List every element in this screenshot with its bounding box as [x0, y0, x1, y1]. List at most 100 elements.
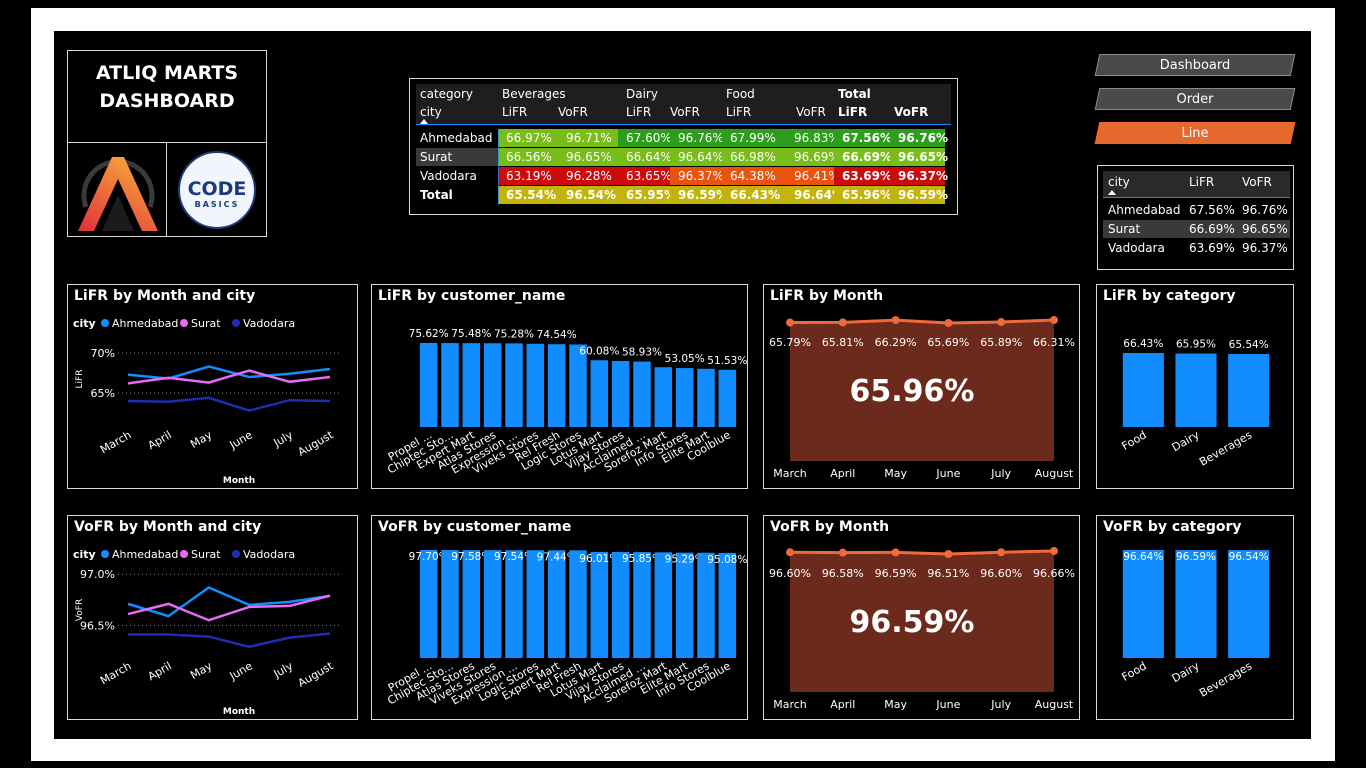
x-tick-label: August: [296, 428, 336, 459]
data-label: 75.28%: [494, 328, 534, 340]
bar[interactable]: [526, 550, 545, 658]
bar[interactable]: [483, 550, 502, 658]
bar[interactable]: [526, 343, 545, 427]
area-line[interactable]: [789, 318, 1055, 325]
data-label: 65.79%: [769, 336, 811, 349]
bar[interactable]: [718, 369, 737, 427]
data-point[interactable]: [997, 548, 1006, 557]
bar[interactable]: [547, 344, 566, 427]
data-point[interactable]: [786, 548, 794, 557]
y-tick-label: 96.5%: [80, 619, 115, 632]
bar[interactable]: [1228, 550, 1270, 658]
data-point[interactable]: [997, 318, 1006, 327]
data-point[interactable]: [944, 550, 953, 558]
matrix-row-header-category: category: [420, 87, 474, 101]
data-label: 58.93%: [622, 347, 662, 359]
matrix-sub-header: VoFR: [558, 105, 588, 119]
x-tick-label: June: [935, 467, 960, 480]
city-table-header[interactable]: LiFR: [1189, 173, 1214, 191]
matrix-cell: 96.64%: [786, 186, 844, 204]
data-point[interactable]: [1050, 316, 1058, 324]
bar[interactable]: [462, 343, 481, 427]
bar[interactable]: [462, 550, 481, 658]
legend-label: Ahmedabad: [112, 548, 178, 561]
series-line-ahmedabad[interactable]: [127, 586, 331, 618]
nav-line-button[interactable]: Line: [1094, 122, 1296, 144]
bar[interactable]: [633, 552, 651, 658]
city-table-header[interactable]: VoFR: [1242, 173, 1272, 191]
bar[interactable]: [611, 551, 630, 658]
matrix-cell: 67.99%: [722, 129, 786, 147]
matrix-row-city[interactable]: Vadodara: [420, 167, 477, 185]
data-label: 65.89%: [980, 336, 1022, 349]
legend-title: city: [73, 548, 96, 561]
bar[interactable]: [590, 360, 609, 427]
city-table-cell: 96.65%: [1242, 222, 1288, 236]
bar[interactable]: [718, 552, 737, 658]
x-tick-label: April: [146, 428, 174, 452]
bar[interactable]: [419, 343, 438, 427]
nav-order-button[interactable]: Order: [1094, 88, 1296, 110]
y-tick-label: 65%: [91, 387, 115, 400]
bar[interactable]: [547, 550, 566, 658]
matrix-cell: 96.37%: [670, 167, 724, 185]
bar[interactable]: [633, 361, 651, 427]
sort-asc-icon[interactable]: [1108, 190, 1116, 195]
data-point[interactable]: [838, 318, 847, 327]
data-point[interactable]: [891, 548, 900, 557]
data-point[interactable]: [944, 319, 953, 327]
bar[interactable]: [697, 552, 715, 658]
legend-marker-ahmedabad: [101, 319, 109, 327]
data-point[interactable]: [786, 318, 794, 327]
x-tick-label: April: [830, 467, 855, 480]
bar[interactable]: [1175, 353, 1217, 427]
matrix-row-city[interactable]: Total: [420, 186, 453, 204]
lifr-month-panel: LiFR by Month 65.79% March 65.81% April 66.2…: [763, 284, 1080, 489]
nav-dashboard-label: Dashboard: [1159, 57, 1231, 73]
data-point[interactable]: [891, 316, 900, 325]
matrix-sub-header: VoFR: [796, 105, 826, 119]
bar[interactable]: [611, 361, 630, 427]
bar[interactable]: [1175, 550, 1217, 658]
data-point[interactable]: [1050, 547, 1058, 555]
city-table-cell: 96.37%: [1242, 241, 1288, 255]
chart-svg: 65.79% March 65.81% April 66.29% May 65.69% Jun…: [769, 316, 1075, 480]
page-title: ATLIQ MARTS DASHBOARD: [68, 59, 266, 115]
bar[interactable]: [675, 368, 694, 427]
atliq-logo-icon: [78, 157, 158, 231]
data-label: 96.54%: [1229, 551, 1269, 563]
data-label: 95.08%: [707, 554, 747, 566]
x-tick-label: March: [773, 467, 807, 480]
bar[interactable]: [505, 343, 523, 427]
matrix-cell: 96.28%: [558, 167, 618, 185]
bar[interactable]: [1228, 353, 1270, 427]
x-tick-label: April: [146, 659, 174, 683]
bar[interactable]: [505, 550, 523, 658]
bar[interactable]: [569, 550, 587, 658]
vofr-category-panel: VoFR by category 96.64% Food 96.59% Dairy 96…: [1096, 515, 1294, 720]
nav-dashboard-button[interactable]: Dashboard: [1094, 54, 1296, 76]
bar[interactable]: [419, 550, 438, 658]
city-table-header[interactable]: city: [1108, 173, 1130, 191]
x-tick-label: Food: [1119, 659, 1148, 683]
matrix-cell: 96.76%: [670, 129, 724, 147]
bar[interactable]: [675, 552, 694, 658]
series-line-vadodara[interactable]: [128, 632, 331, 649]
bar[interactable]: [483, 343, 502, 427]
bar[interactable]: [441, 550, 459, 658]
bar[interactable]: [697, 368, 715, 427]
bar[interactable]: [590, 551, 609, 658]
bar[interactable]: [1122, 353, 1164, 427]
data-point[interactable]: [838, 548, 847, 557]
bar[interactable]: [1122, 550, 1164, 658]
bar[interactable]: [654, 367, 673, 427]
x-tick-label: May: [188, 428, 215, 451]
kpi-value: 96.59%: [850, 605, 975, 640]
series-line-vadodara[interactable]: [127, 396, 331, 412]
matrix-sub-header: VoFR: [670, 105, 700, 119]
matrix-row-city[interactable]: Ahmedabad: [420, 129, 492, 147]
bar[interactable]: [654, 552, 673, 658]
matrix-row-city[interactable]: Surat: [420, 148, 452, 166]
bar[interactable]: [441, 343, 459, 427]
matrix-cell: 66.97%: [498, 129, 558, 147]
